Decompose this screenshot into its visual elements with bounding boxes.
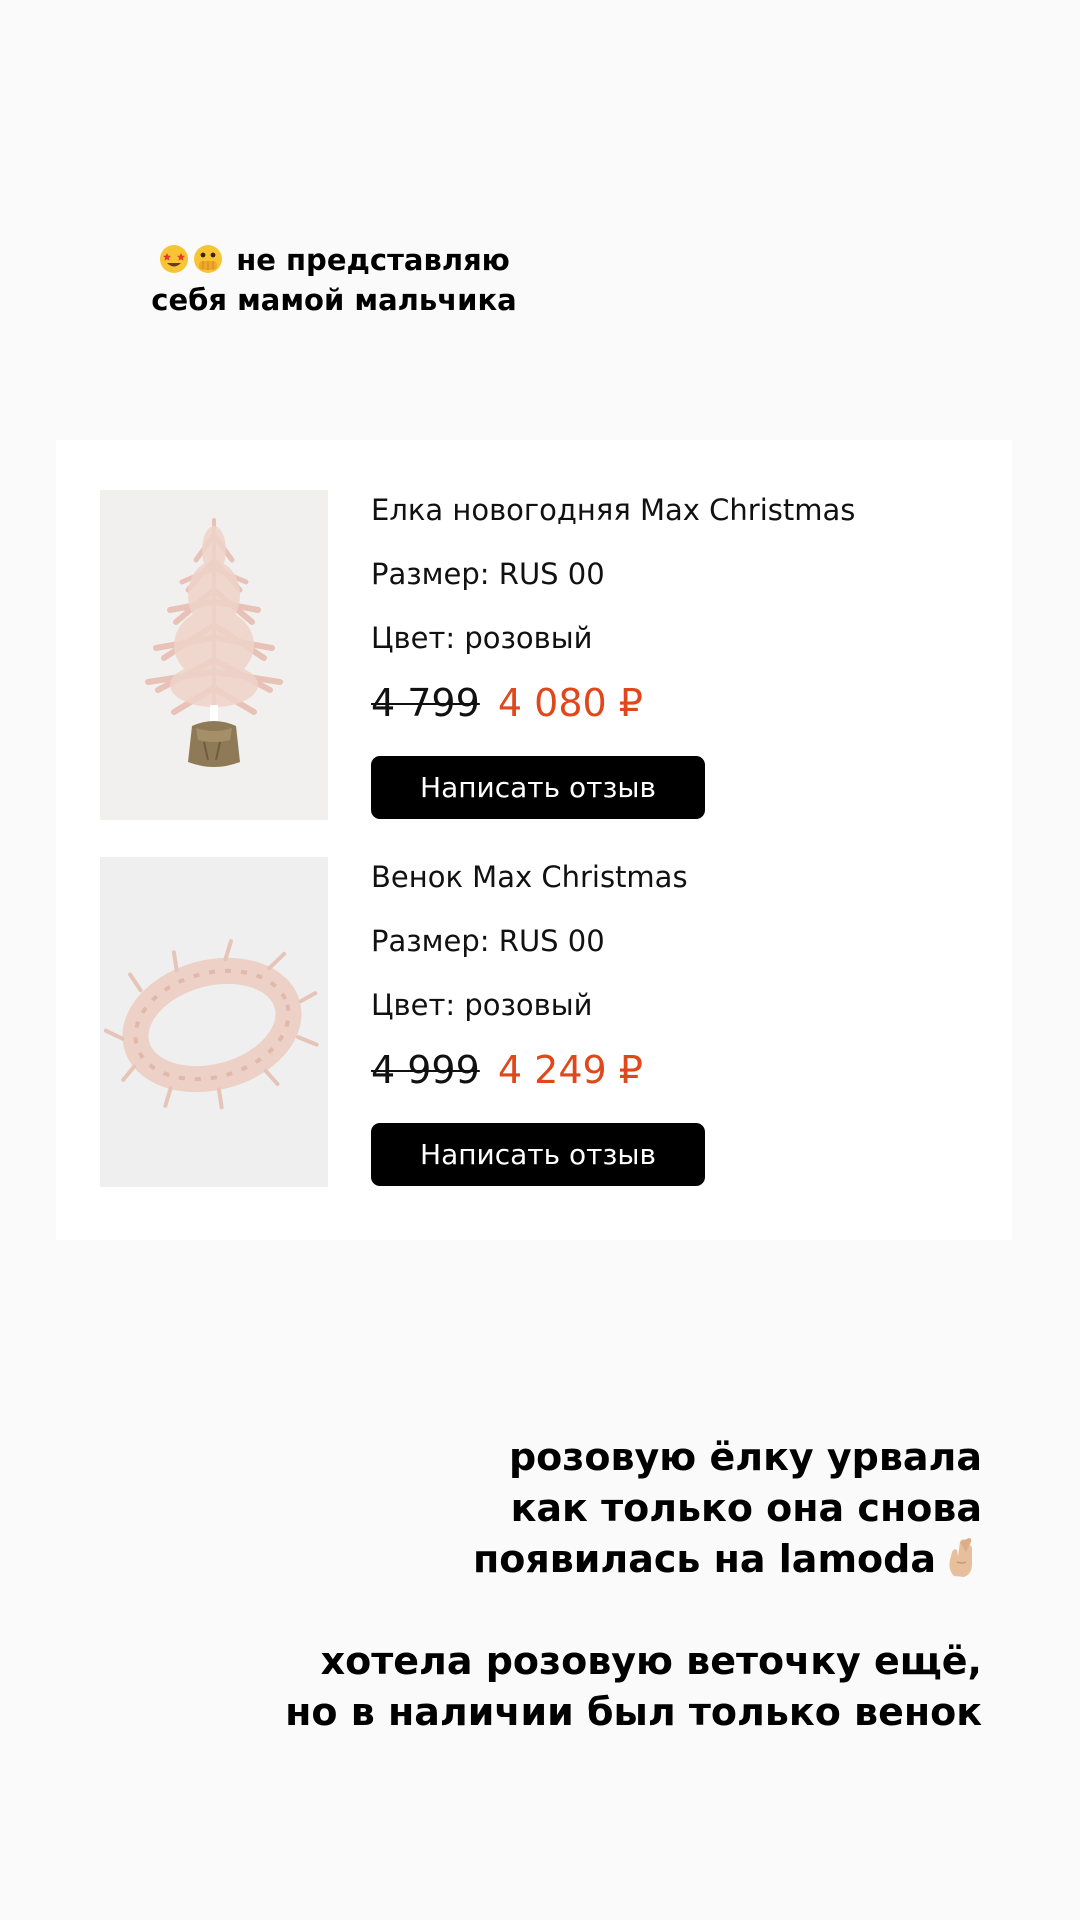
old-price: 4 999 <box>371 1048 480 1092</box>
product-name[interactable]: Венок Max Christmas <box>371 859 688 895</box>
product-image[interactable] <box>100 490 328 820</box>
caption-bottom-line-1: розовую ёлку урвала <box>508 1435 982 1479</box>
write-review-button[interactable]: Написать отзыв <box>371 756 705 819</box>
product-color: Цвет: розовый <box>371 988 593 1022</box>
crossed-fingers-emoji-icon <box>949 1538 972 1577</box>
old-price: 4 799 <box>371 681 480 725</box>
caption-top-line-2: себя мамой мальчика <box>151 283 517 317</box>
star-struck-emoji-icon <box>160 245 189 273</box>
hand-over-mouth-emoji-icon <box>194 245 223 273</box>
order-card: Елка новогодняя Max Christmas Размер: RU… <box>56 440 1012 1240</box>
pink-wreath-icon <box>103 939 319 1110</box>
caption-top-text-1: не представляю <box>236 243 510 277</box>
product-size: Размер: RUS 00 <box>371 557 605 591</box>
product-row: Елка новогодняя Max Christmas Размер: RU… <box>100 490 1000 820</box>
sale-price: 4 080 ₽ <box>497 681 643 725</box>
product-color: Цвет: розовый <box>371 621 593 655</box>
caption-bottom-line-2: как только она снова <box>510 1486 982 1530</box>
price-line: 4 799 4 080 ₽ <box>371 680 643 726</box>
caption-top-line-1: не представляю <box>124 240 544 280</box>
story-caption-top: не представляю себя мамой мальчика <box>124 240 544 320</box>
price-line: 4 999 4 249 ₽ <box>371 1047 643 1093</box>
caption-bottom-line-5: но в наличии был только венок <box>285 1690 982 1734</box>
product-image[interactable] <box>100 857 328 1187</box>
caption-bottom-line-3: появилась на lamoda <box>222 1534 982 1585</box>
pink-christmas-tree-icon <box>145 518 283 767</box>
product-size: Размер: RUS 00 <box>371 924 605 958</box>
sale-price: 4 249 ₽ <box>497 1048 643 1092</box>
caption-bottom-text-3: появилась на lamoda <box>472 1537 936 1581</box>
caption-bottom-line-4: хотела розовую веточку ещё, <box>320 1639 982 1683</box>
story-caption-bottom: розовую ёлку урвала как только она снова… <box>222 1432 982 1738</box>
product-row: Венок Max Christmas Размер: RUS 00 Цвет:… <box>100 857 1000 1187</box>
product-name[interactable]: Елка новогодняя Max Christmas <box>371 492 855 528</box>
write-review-button[interactable]: Написать отзыв <box>371 1123 705 1186</box>
